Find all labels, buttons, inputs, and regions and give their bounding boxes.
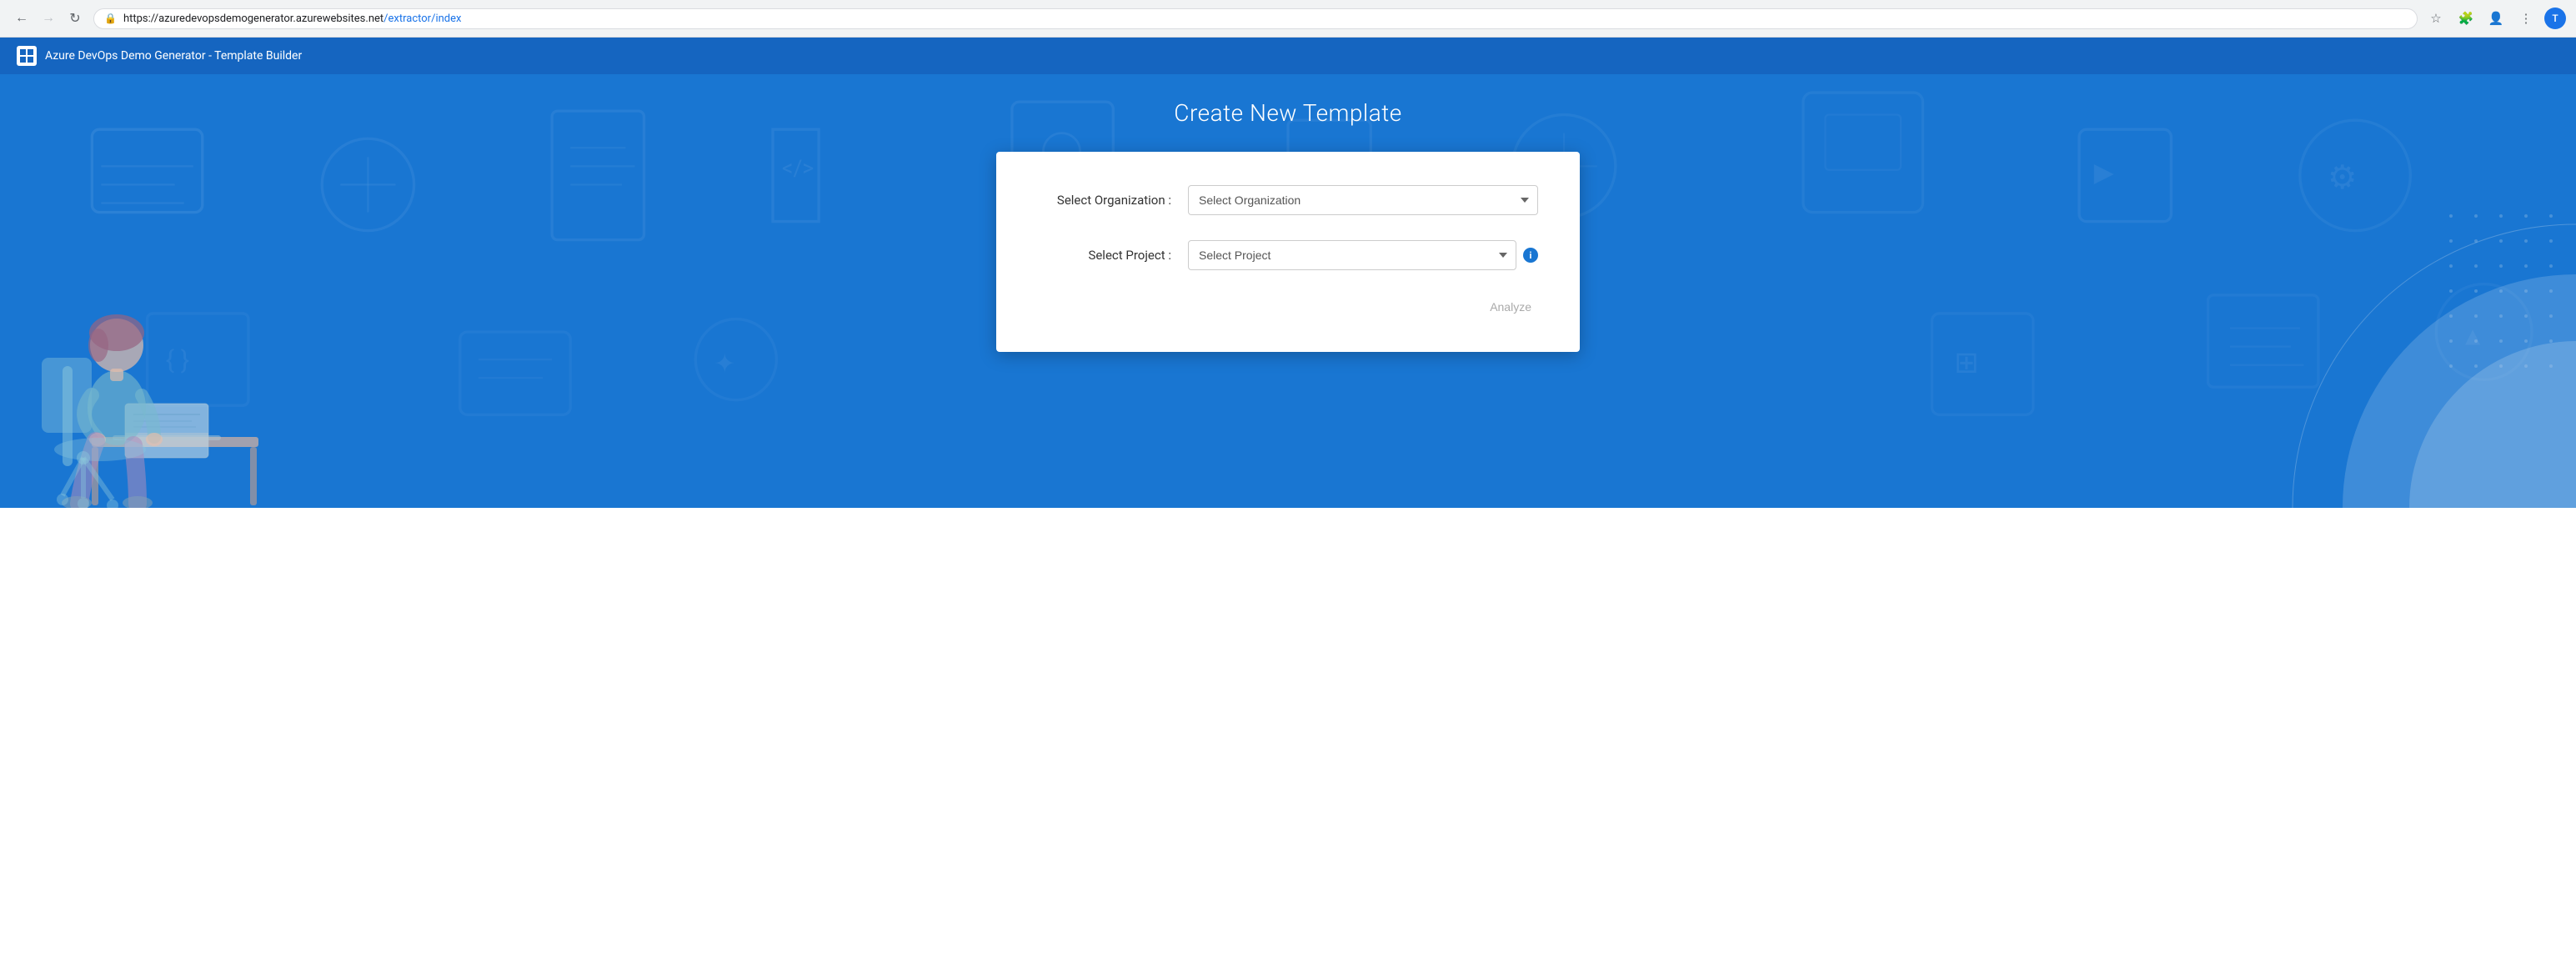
organization-control-wrapper: Select Organization [1188,185,1538,215]
more-button[interactable]: ⋮ [2514,7,2538,30]
page-title: Create New Template [1174,99,1401,127]
project-row: Select Project : Select Project i [1038,240,1538,270]
refresh-button[interactable]: ↻ [63,7,87,30]
back-button[interactable]: ← [10,7,33,30]
app-title: Azure DevOps Demo Generator - Template B… [45,49,302,63]
app-logo [17,46,37,66]
bookmark-button[interactable]: ☆ [2424,7,2448,30]
url-text: https://azuredevopsdemogenerator.azurewe… [123,13,2407,25]
organization-row: Select Organization : Select Organizatio… [1038,185,1538,215]
form-card: Select Organization : Select Organizatio… [996,152,1580,352]
user-avatar[interactable]: T [2544,8,2566,29]
address-bar[interactable]: 🔒 https://azuredevopsdemogenerator.azure… [93,8,2418,29]
form-actions: Analyze [1038,295,1538,319]
browser-actions: ☆ 🧩 👤 ⋮ T [2424,7,2566,30]
browser-chrome: ← → ↻ 🔒 https://azuredevopsdemogenerator… [0,0,2576,38]
analyze-button[interactable]: Analyze [1483,295,1538,319]
project-info-icon[interactable]: i [1523,248,1538,263]
profile-icon[interactable]: 👤 [2484,7,2508,30]
svg-text:✦: ✦ [714,349,735,379]
organization-select[interactable]: Select Organization [1188,185,1538,215]
lock-icon: 🔒 [104,13,117,24]
app-header: Azure DevOps Demo Generator - Template B… [0,38,2576,74]
forward-button[interactable]: → [37,7,60,30]
extensions-button[interactable]: 🧩 [2454,7,2478,30]
project-control-wrapper: Select Project i [1188,240,1538,270]
hero-content: Create New Template Select Organization … [0,74,2576,352]
hero-section: </> ▶ ⚙ { } ✦ ⊞ ▲ [0,74,2576,508]
nav-buttons: ← → ↻ [10,7,87,30]
organization-label: Select Organization : [1038,193,1171,208]
project-select[interactable]: Select Project [1188,240,1516,270]
project-label: Select Project : [1038,248,1171,263]
